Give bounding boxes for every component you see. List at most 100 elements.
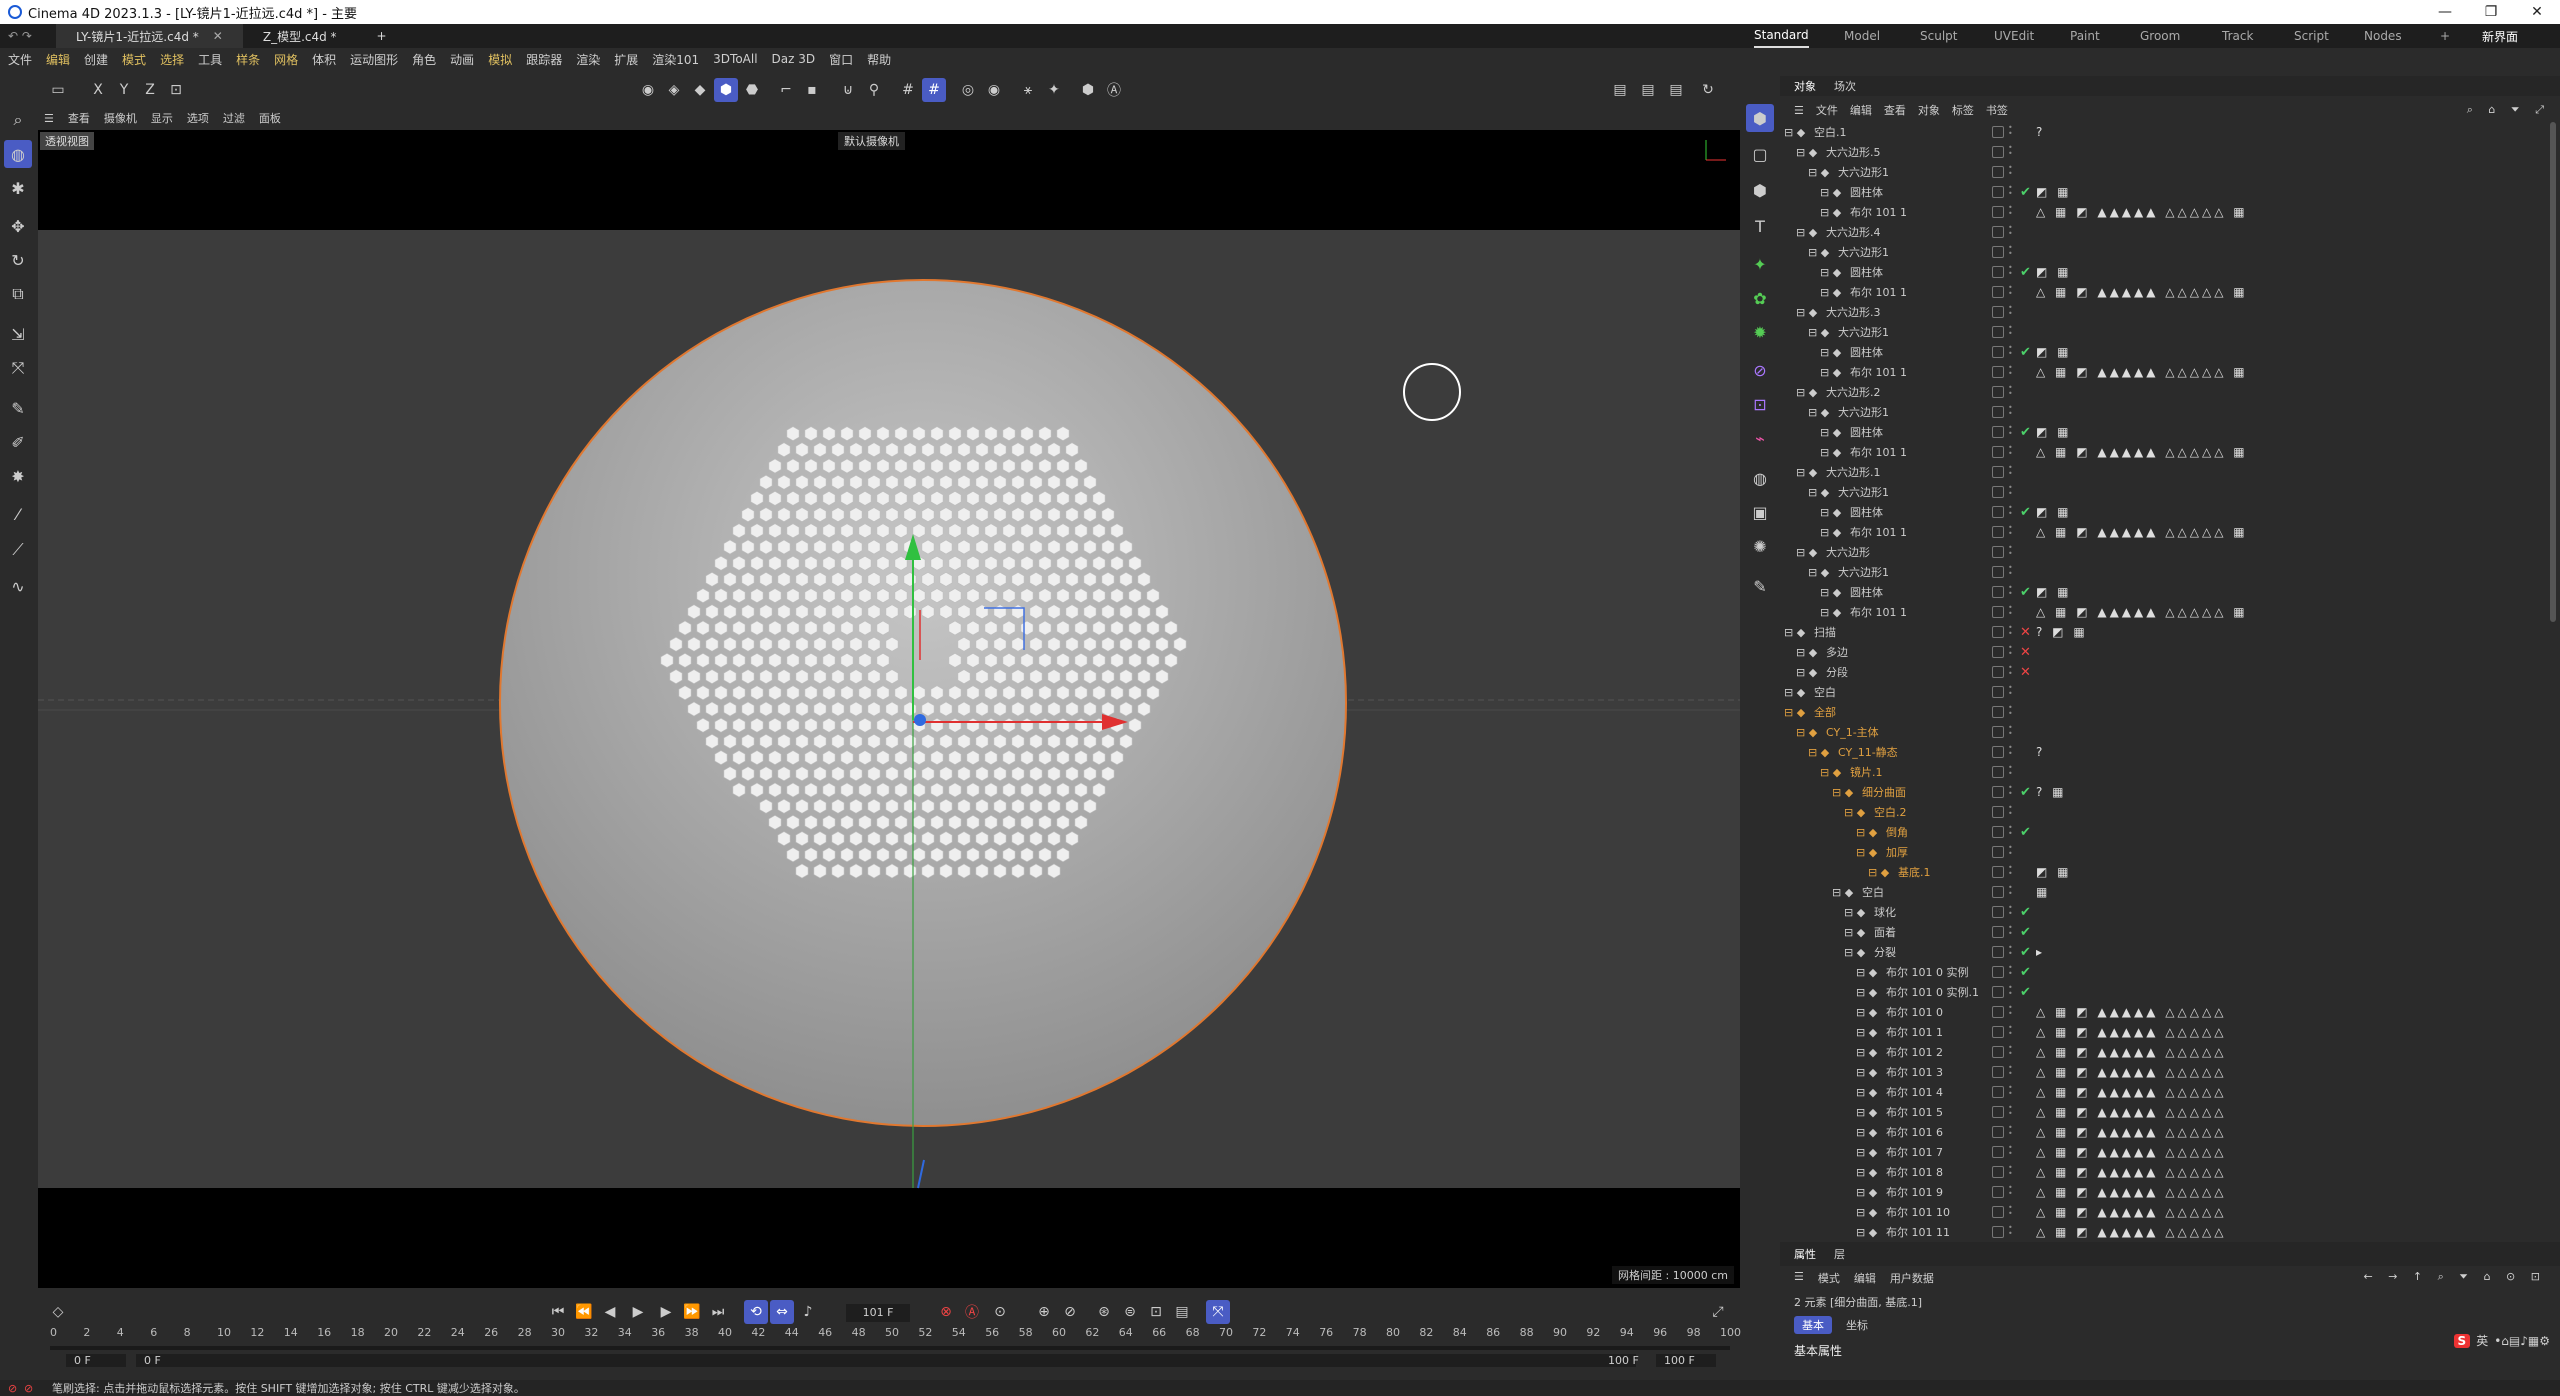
- object-type-icon[interactable]: ⊟ ◆: [1856, 1066, 1877, 1079]
- vp-menu-view[interactable]: 查看: [68, 110, 90, 126]
- coord-system-icon[interactable]: ⊡: [164, 78, 188, 102]
- visibility-dots[interactable]: • •: [2008, 944, 2014, 959]
- object-name[interactable]: 圆柱体: [1850, 184, 1883, 200]
- visibility-dots[interactable]: • •: [2008, 1044, 2014, 1059]
- start-frame-field[interactable]: 0 F: [66, 1354, 126, 1367]
- object-row[interactable]: ⊟ ◆ 布尔 101 0 实例 • • ✔: [1780, 962, 2550, 982]
- object-row[interactable]: ⊟ ◆ 圆柱体 • • ✔ ◩ ▦: [1780, 502, 2550, 522]
- layer-checkbox[interactable]: [1992, 666, 2004, 678]
- solo-icon[interactable]: ▪: [800, 78, 824, 102]
- tag-icons[interactable]: ◩ ▦: [2036, 425, 2072, 439]
- layer-checkbox[interactable]: [1992, 486, 2004, 498]
- layer-checkbox[interactable]: [1992, 766, 2004, 778]
- enabled-check-icon[interactable]: ✔: [2020, 505, 2031, 520]
- mograph-icon[interactable]: ⌁: [1746, 424, 1774, 452]
- menu-render101[interactable]: 渲染101: [652, 51, 699, 68]
- object-type-icon[interactable]: ⊟ ◆: [1808, 246, 1829, 259]
- motion-clip-icon[interactable]: ▤: [1170, 1300, 1194, 1324]
- visibility-dots[interactable]: • •: [2008, 244, 2014, 259]
- object-row[interactable]: ⊟ ◆ 大六边形.4 • •: [1780, 222, 2550, 242]
- om-menu-bookmarks[interactable]: 书签: [1986, 102, 2008, 118]
- model-mode-icon[interactable]: ⬢: [714, 78, 738, 102]
- object-name[interactable]: 布尔 101 9: [1886, 1184, 1943, 1200]
- object-name[interactable]: 分段: [1826, 664, 1848, 680]
- object-name[interactable]: 布尔 101 1: [1850, 284, 1907, 300]
- object-type-icon[interactable]: ⊟ ◆: [1868, 866, 1889, 879]
- object-name[interactable]: 面着: [1874, 924, 1896, 940]
- object-row[interactable]: ⊟ ◆ 布尔 101 8 • • △ ▦ ◩ ▲▲▲▲▲ △△△△△: [1780, 1162, 2550, 1182]
- layer-checkbox[interactable]: [1992, 706, 2004, 718]
- doc-tab-2[interactable]: Z_模型.c4d *: [243, 24, 357, 48]
- object-type-icon[interactable]: ⊟ ◆: [1856, 1006, 1877, 1019]
- tag-icons[interactable]: △ ▦ ◩ ▲▲▲▲▲ △△△△△: [2036, 1225, 2226, 1239]
- object-type-icon[interactable]: ⊟ ◆: [1820, 586, 1841, 599]
- object-row[interactable]: ⊟ ◆ 布尔 101 0 • • △ ▦ ◩ ▲▲▲▲▲ △△△△△: [1780, 1002, 2550, 1022]
- object-row[interactable]: ⊟ ◆ 倒角 • • ✔: [1780, 822, 2550, 842]
- object-type-icon[interactable]: ⊟ ◆: [1820, 346, 1841, 359]
- object-row[interactable]: ⊟ ◆ 大六边形.1 • •: [1780, 462, 2550, 482]
- locking-icon[interactable]: ⚲: [862, 78, 886, 102]
- enabled-check-icon[interactable]: ✔: [2020, 785, 2031, 800]
- tag-icons[interactable]: △ ▦ ◩ ▲▲▲▲▲ △△△△△: [2036, 1085, 2226, 1099]
- tag-icons[interactable]: △ ▦ ◩ ▲▲▲▲▲ △△△△△ ▦: [2036, 205, 2248, 219]
- visibility-dots[interactable]: • •: [2008, 864, 2014, 879]
- object-name[interactable]: 布尔 101 5: [1886, 1104, 1943, 1120]
- object-type-icon[interactable]: ⊟ ◆: [1796, 646, 1817, 659]
- object-type-icon[interactable]: ⊟ ◆: [1856, 1106, 1877, 1119]
- visibility-dots[interactable]: • •: [2008, 924, 2014, 939]
- object-type-icon[interactable]: ⊟ ◆: [1856, 1226, 1877, 1239]
- layer-checkbox[interactable]: [1992, 146, 2004, 158]
- menu-extensions[interactable]: 扩展: [614, 51, 638, 68]
- object-row[interactable]: ⊟ ◆ 空白 • • ▦: [1780, 882, 2550, 902]
- visibility-dots[interactable]: • •: [2008, 264, 2014, 279]
- effector-icon[interactable]: ✹: [1746, 318, 1774, 346]
- field-icon[interactable]: ⊡: [1746, 390, 1774, 418]
- visibility-dots[interactable]: • •: [2008, 964, 2014, 979]
- new-ui-button[interactable]: 新界面: [2482, 24, 2518, 48]
- current-frame-field[interactable]: 101 F: [846, 1304, 910, 1322]
- tag-icons[interactable]: ?: [2036, 125, 2045, 139]
- tag-icons[interactable]: △ ▦ ◩ ▲▲▲▲▲ △△△△△: [2036, 1065, 2226, 1079]
- layer-checkbox[interactable]: [1992, 1026, 2004, 1038]
- layer-checkbox[interactable]: [1992, 626, 2004, 638]
- visibility-dots[interactable]: • •: [2008, 844, 2014, 859]
- object-name[interactable]: 大六边形1: [1838, 404, 1889, 420]
- visibility-dots[interactable]: • •: [2008, 724, 2014, 739]
- object-row[interactable]: ⊟ ◆ 布尔 101 5 • • △ ▦ ◩ ▲▲▲▲▲ △△△△△: [1780, 1102, 2550, 1122]
- object-name[interactable]: CY_1-主体: [1826, 724, 1879, 740]
- menu-mode[interactable]: 模式: [122, 51, 146, 68]
- menu-select[interactable]: 选择: [160, 51, 184, 68]
- viewport[interactable]: 透视视图 默认摄像机 网格间距 : 10000 cm: [38, 130, 1740, 1288]
- layer-checkbox[interactable]: [1992, 286, 2004, 298]
- object-type-icon[interactable]: ⊟ ◆: [1796, 546, 1817, 559]
- menu-animate[interactable]: 动画: [450, 51, 474, 68]
- knife-icon[interactable]: ⟋: [4, 536, 32, 564]
- object-name[interactable]: 空白.1: [1814, 124, 1847, 140]
- prev-key-icon[interactable]: ⏪: [572, 1300, 596, 1324]
- tag-icons[interactable]: ◩ ▦: [2036, 505, 2072, 519]
- object-type-icon[interactable]: ⊟ ◆: [1820, 606, 1841, 619]
- object-type-icon[interactable]: ⊟ ◆: [1856, 1146, 1877, 1159]
- object-name[interactable]: 大六边形1: [1838, 564, 1889, 580]
- visibility-dots[interactable]: • •: [2008, 584, 2014, 599]
- object-name[interactable]: 布尔 101 3: [1886, 1064, 1943, 1080]
- attr-tab-coord[interactable]: 坐标: [1838, 1316, 1876, 1334]
- tag-icons[interactable]: ? ◩ ▦: [2036, 625, 2088, 639]
- object-name[interactable]: 圆柱体: [1850, 264, 1883, 280]
- object-name[interactable]: 大六边形1: [1838, 244, 1889, 260]
- attr-nav-icons[interactable]: ← → ↑ ⌕ ⏷ ⌂ ⊙ ⊡: [2363, 1270, 2546, 1286]
- object-row[interactable]: ⊟ ◆ 镜片.1 • •: [1780, 762, 2550, 782]
- visibility-dots[interactable]: • •: [2008, 1144, 2014, 1159]
- object-name[interactable]: 圆柱体: [1850, 424, 1883, 440]
- tab-attributes[interactable]: 属性: [1794, 1246, 1816, 1262]
- object-type-icon[interactable]: ⊟ ◆: [1832, 786, 1853, 799]
- object-type-icon[interactable]: ⊟ ◆: [1796, 386, 1817, 399]
- object-type-icon[interactable]: ⊟ ◆: [1844, 926, 1865, 939]
- object-name[interactable]: 布尔 101 0 实例.1: [1886, 984, 1979, 1000]
- object-name[interactable]: 布尔 101 1: [1850, 524, 1907, 540]
- object-type-icon[interactable]: ⊟ ◆: [1856, 1026, 1877, 1039]
- visibility-dots[interactable]: • •: [2008, 564, 2014, 579]
- range-icon[interactable]: ⇔: [770, 1300, 794, 1324]
- text-icon[interactable]: T: [1746, 212, 1774, 240]
- object-type-icon[interactable]: ⊟ ◆: [1796, 666, 1817, 679]
